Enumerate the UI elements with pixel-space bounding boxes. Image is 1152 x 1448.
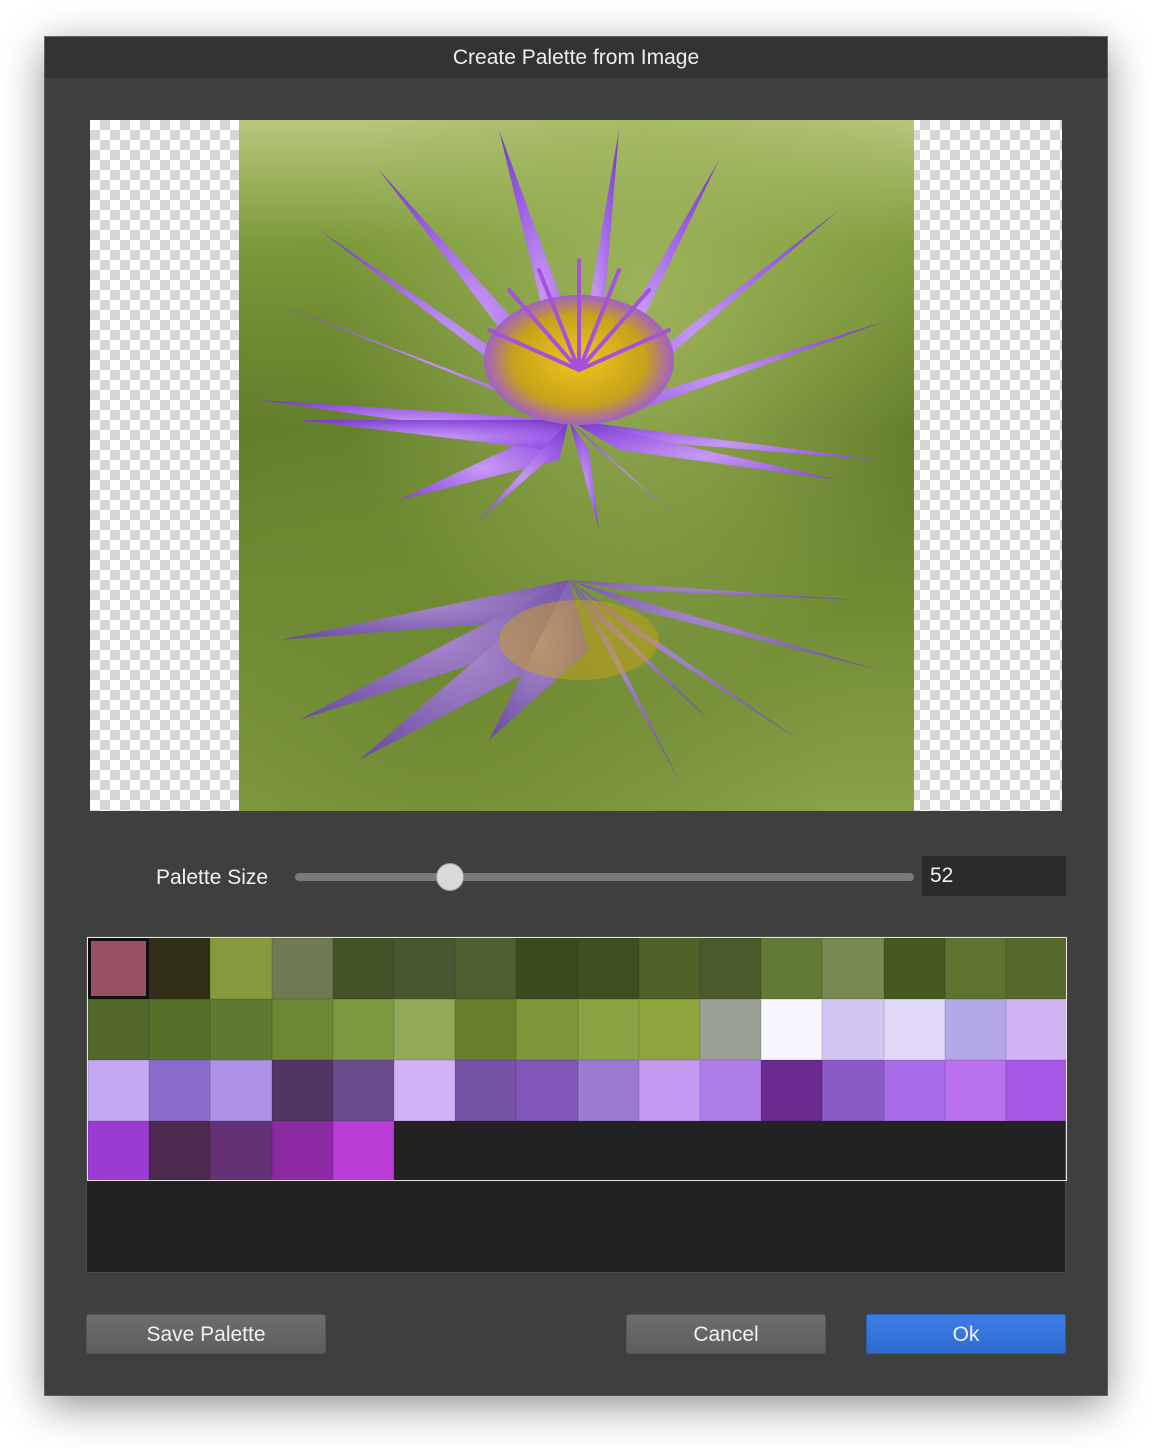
palette-swatch[interactable] <box>88 999 150 1060</box>
palette-size-label: Palette Size <box>156 866 269 889</box>
palette-swatch[interactable] <box>394 999 456 1060</box>
palette-swatch[interactable] <box>332 1121 394 1180</box>
palette-swatch[interactable] <box>822 938 884 999</box>
palette-swatch[interactable] <box>149 999 211 1060</box>
palette-swatch[interactable] <box>761 938 823 999</box>
palette-swatch[interactable] <box>88 1060 150 1121</box>
palette-swatch[interactable] <box>149 938 211 999</box>
palette-swatch[interactable] <box>88 938 150 999</box>
palette-swatch[interactable] <box>883 999 945 1060</box>
palette-swatch-area <box>86 936 1067 1273</box>
palette-swatch[interactable] <box>210 938 272 999</box>
palette-swatch[interactable] <box>394 1060 456 1121</box>
palette-swatch[interactable] <box>455 1060 517 1121</box>
palette-swatch[interactable] <box>332 999 394 1060</box>
palette-swatch[interactable] <box>88 1121 150 1180</box>
palette-swatch[interactable] <box>271 1121 333 1180</box>
palette-swatch-grid <box>87 937 1067 1181</box>
palette-swatch[interactable] <box>822 1060 884 1121</box>
palette-swatch[interactable] <box>516 938 578 999</box>
image-preview <box>90 120 1062 811</box>
palette-swatch[interactable] <box>210 999 272 1060</box>
palette-swatch[interactable] <box>1006 938 1066 999</box>
create-palette-dialog: Create Palette from Image Palette Size 5… <box>45 37 1107 1395</box>
palette-swatch[interactable] <box>516 1060 578 1121</box>
ok-button[interactable]: Ok <box>866 1314 1066 1354</box>
palette-swatch[interactable] <box>332 1060 394 1121</box>
water-lily-photo <box>239 120 914 811</box>
palette-swatch[interactable] <box>577 1060 639 1121</box>
palette-swatch[interactable] <box>883 938 945 999</box>
palette-swatch[interactable] <box>1006 999 1066 1060</box>
palette-swatch[interactable] <box>638 938 700 999</box>
palette-swatch[interactable] <box>761 1060 823 1121</box>
palette-swatch[interactable] <box>271 938 333 999</box>
palette-swatch[interactable] <box>638 999 700 1060</box>
palette-swatch[interactable] <box>516 999 578 1060</box>
palette-size-slider-track[interactable] <box>295 873 914 881</box>
palette-swatch[interactable] <box>577 999 639 1060</box>
save-palette-button[interactable]: Save Palette <box>86 1314 326 1354</box>
palette-swatch[interactable] <box>944 999 1006 1060</box>
palette-swatch[interactable] <box>271 999 333 1060</box>
palette-size-slider-thumb[interactable] <box>435 863 464 891</box>
palette-swatch[interactable] <box>822 999 884 1060</box>
palette-swatch[interactable] <box>577 938 639 999</box>
palette-size-input[interactable]: 52 <box>922 856 1066 896</box>
palette-swatch[interactable] <box>455 938 517 999</box>
palette-swatch[interactable] <box>210 1060 272 1121</box>
palette-swatch[interactable] <box>1006 1060 1066 1121</box>
palette-swatch[interactable] <box>700 1060 762 1121</box>
palette-swatch[interactable] <box>455 999 517 1060</box>
palette-swatch[interactable] <box>394 938 456 999</box>
palette-swatch[interactable] <box>271 1060 333 1121</box>
palette-swatch[interactable] <box>700 938 762 999</box>
palette-swatch[interactable] <box>883 1060 945 1121</box>
palette-swatch[interactable] <box>149 1121 211 1180</box>
palette-swatch[interactable] <box>761 999 823 1060</box>
palette-swatch[interactable] <box>944 1060 1006 1121</box>
cancel-button[interactable]: Cancel <box>626 1314 826 1354</box>
palette-swatch[interactable] <box>210 1121 272 1180</box>
palette-swatch[interactable] <box>638 1060 700 1121</box>
palette-swatch[interactable] <box>700 999 762 1060</box>
palette-swatch[interactable] <box>149 1060 211 1121</box>
palette-swatch[interactable] <box>944 938 1006 999</box>
dialog-title: Create Palette from Image <box>45 37 1107 78</box>
palette-swatch[interactable] <box>332 938 394 999</box>
